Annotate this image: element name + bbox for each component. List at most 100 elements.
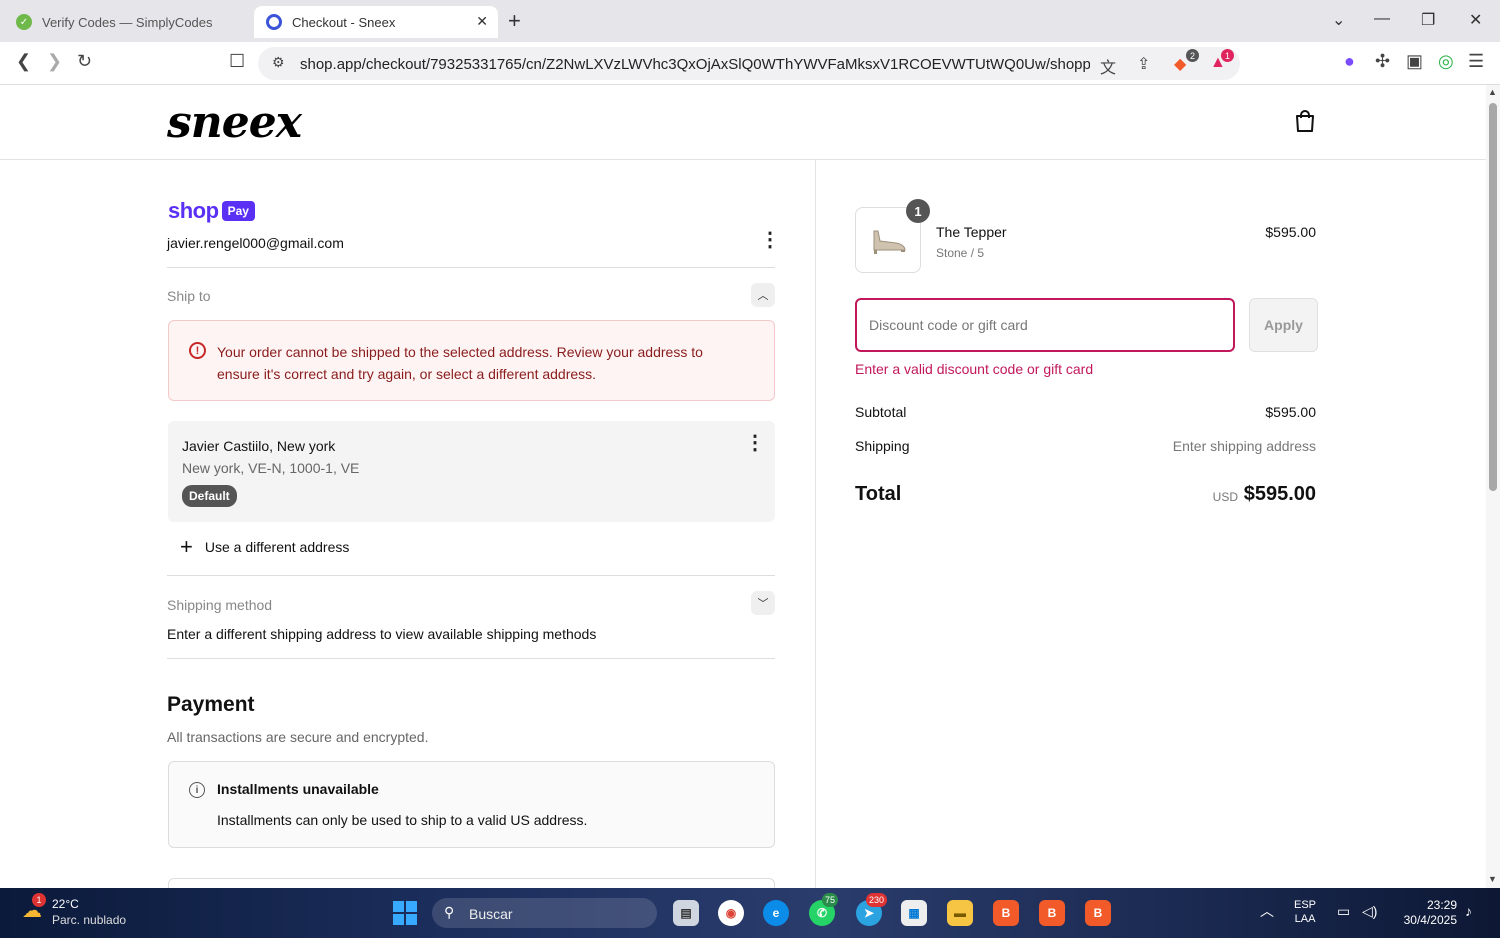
taskbar-search[interactable]: ⚲ Buscar [432, 898, 657, 928]
rewards-count-badge: 1 [1221, 49, 1234, 62]
weather-badge: 1 [32, 893, 46, 907]
plus-icon: + [180, 534, 193, 559]
account-options-icon[interactable]: ⋮ [760, 230, 780, 250]
shoe-image-icon [873, 230, 906, 254]
file-explorer-icon[interactable]: ▬ [947, 900, 973, 926]
new-tab-icon[interactable]: + [508, 8, 521, 34]
use-different-address-label: Use a different address [204, 539, 350, 555]
divider [167, 575, 775, 576]
address-name: Javier Castiilo, New york [182, 438, 336, 454]
apply-discount-button[interactable]: Apply [1249, 298, 1318, 352]
taskbar-clock[interactable]: 23:29 30/4/2025 [1395, 898, 1457, 928]
url-text[interactable]: shop.app/checkout/79325331765/cn/Z2NwLXV… [300, 56, 1090, 73]
info-icon: i [189, 782, 205, 798]
chrome-icon[interactable]: ◉ [718, 900, 744, 926]
total-currency: USD [1212, 490, 1238, 504]
network-icon[interactable]: ▭ [1337, 904, 1350, 918]
payment-subtitle: All transactions are secure and encrypte… [167, 729, 429, 745]
payment-heading: Payment [167, 693, 255, 716]
subtotal-label: Subtotal [855, 404, 907, 420]
shop-pay-wordmark: shop [168, 198, 219, 223]
shipping-value: Enter shipping address [1172, 438, 1316, 454]
use-different-address-button[interactable]: + Use a different address [180, 536, 349, 558]
extensions-icon[interactable]: ✣ [1375, 51, 1390, 72]
show-hidden-icons-chevron-icon[interactable]: ︿ [1260, 904, 1274, 918]
shipping-method-message: Enter a different shipping address to vi… [167, 626, 597, 642]
installments-text: Installments can only be used to ship to… [217, 812, 588, 828]
discount-error-message: Enter a valid discount code or gift card [855, 361, 1094, 377]
browser-tab-bar: ✓ Verify Codes — SimplyCodes Checkout - … [0, 0, 1500, 42]
translate-icon[interactable]: 文 [1100, 54, 1116, 78]
default-badge: Default [182, 485, 237, 507]
windows-taskbar: ☁ 1 22°C Parc. nublado ⚲ Buscar ▤ ◉ e ✆ … [0, 888, 1500, 938]
saved-address-card[interactable]: Javier Castiilo, New york New york, VE-N… [168, 421, 775, 522]
shop-pay-pill: Pay [221, 201, 255, 221]
close-window-icon[interactable]: ✕ [1469, 10, 1482, 30]
edge-icon[interactable]: e [763, 900, 789, 926]
store-header: sneex [0, 85, 1486, 160]
installments-title: Installments unavailable [217, 781, 379, 797]
store-logo[interactable]: sneex [167, 97, 302, 148]
sidebar-icon[interactable]: ▣ [1406, 51, 1423, 72]
ai-extension-icon[interactable]: ● [1344, 51, 1355, 72]
weather-temperature[interactable]: 22°C [52, 897, 79, 911]
tab-verify-codes[interactable]: ✓ Verify Codes — SimplyCodes [8, 6, 248, 38]
share-icon[interactable]: ⇪ [1137, 54, 1150, 74]
quantity-badge: 1 [906, 199, 930, 223]
maximize-icon[interactable]: ❐ [1421, 10, 1435, 30]
brave-profile-2-icon[interactable]: B [1039, 900, 1065, 926]
order-summary-column: 1 The Tepper Stone / 5 $595.00 Apply Ent… [815, 160, 1486, 888]
brave-profile-3-icon[interactable]: B [1085, 900, 1111, 926]
scroll-thumb[interactable] [1489, 103, 1497, 491]
weather-condition[interactable]: Parc. nublado [52, 913, 126, 927]
product-name: The Tepper [936, 224, 1007, 240]
vpn-icon[interactable]: ◎ [1438, 51, 1454, 72]
collapse-ship-to-chevron-icon[interactable]: ︿ [751, 283, 775, 307]
reload-icon[interactable]: ↻ [77, 51, 92, 72]
shipping-error-banner: ! Your order cannot be shipped to the se… [168, 320, 775, 401]
tab-search-chevron-icon[interactable]: ⌄ [1332, 10, 1345, 30]
site-settings-icon[interactable]: ⚙ [272, 54, 285, 71]
simplycodes-favicon-icon: ✓ [16, 14, 32, 30]
menu-icon[interactable]: ☰ [1468, 51, 1484, 72]
back-icon[interactable]: ❮ [16, 51, 31, 72]
browser-toolbar: ❮ ❯ ↻ ☐ ⚙ shop.app/checkout/79325331765/… [0, 42, 1500, 85]
product-price: $595.00 [1265, 224, 1316, 240]
brave-shields-icon[interactable]: ◆ [1174, 54, 1186, 74]
language-indicator[interactable]: ESP LAA [1294, 898, 1316, 926]
ship-to-label: Ship to [167, 288, 211, 304]
error-icon: ! [189, 342, 206, 359]
payment-method-box[interactable] [168, 878, 775, 888]
page-scrollbar[interactable]: ▲ ▼ [1486, 85, 1500, 888]
tab-checkout[interactable]: Checkout - Sneex ✕ [254, 6, 498, 38]
task-view-icon[interactable]: ▤ [673, 900, 699, 926]
scroll-down-icon[interactable]: ▼ [1488, 874, 1497, 884]
divider [167, 658, 775, 659]
bookmark-icon[interactable]: ☐ [229, 51, 245, 72]
microsoft-store-icon[interactable]: ▦ [901, 900, 927, 926]
volume-icon[interactable]: ◁) [1362, 904, 1377, 918]
notifications-bell-icon[interactable]: ♪ [1465, 904, 1472, 918]
installments-notice: i Installments unavailable Installments … [168, 761, 775, 848]
scroll-up-icon[interactable]: ▲ [1488, 87, 1497, 97]
language-bottom: LAA [1294, 913, 1316, 925]
close-tab-icon[interactable]: ✕ [476, 13, 488, 30]
expand-shipping-method-chevron-icon[interactable]: ﹀ [751, 591, 775, 615]
address-bar[interactable]: ⚙ shop.app/checkout/79325331765/cn/Z2NwL… [258, 47, 1240, 80]
forward-icon[interactable]: ❯ [47, 51, 62, 72]
brave-icon[interactable]: B [993, 900, 1019, 926]
divider [167, 267, 775, 268]
search-icon: ⚲ [444, 904, 455, 920]
windows-start-icon[interactable] [393, 901, 417, 925]
minimize-icon[interactable]: — [1374, 10, 1390, 28]
subtotal-value: $595.00 [1265, 404, 1316, 420]
address-line: New york, VE-N, 1000-1, VE [182, 460, 360, 476]
account-email: javier.rengel000@gmail.com [167, 235, 344, 251]
checkout-form-column: shop Pay javier.rengel000@gmail.com ⋮ Sh… [0, 160, 815, 888]
discount-code-input[interactable] [855, 298, 1235, 352]
language-top: ESP [1294, 899, 1317, 911]
total-value: $595.00 [1243, 483, 1316, 505]
address-options-icon[interactable]: ⋮ [745, 433, 765, 453]
whatsapp-badge: 75 [822, 893, 839, 907]
shopping-bag-icon[interactable] [1294, 109, 1316, 133]
